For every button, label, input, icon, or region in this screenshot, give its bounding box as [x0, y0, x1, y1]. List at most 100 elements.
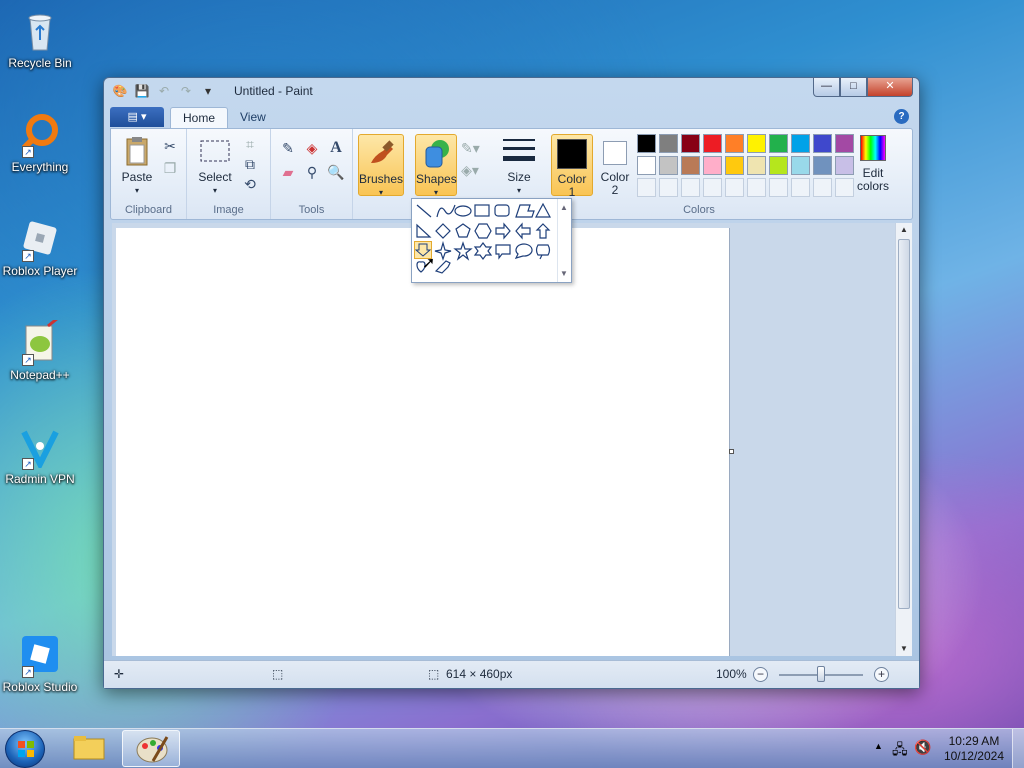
- palette-color-swatch[interactable]: [703, 134, 722, 153]
- custom-color-slot[interactable]: [791, 178, 810, 197]
- custom-color-slot[interactable]: [659, 178, 678, 197]
- custom-color-slot[interactable]: [835, 178, 854, 197]
- brush-icon: [365, 137, 397, 169]
- start-button[interactable]: [5, 730, 45, 768]
- palette-color-swatch[interactable]: [835, 134, 854, 153]
- window-title: Untitled - Paint: [234, 84, 313, 98]
- select-button[interactable]: Select ▾: [195, 135, 235, 195]
- palette-color-swatch[interactable]: [813, 134, 832, 153]
- gallery-scroll-down-icon[interactable]: ▼: [560, 269, 568, 278]
- palette-color-swatch[interactable]: [659, 156, 678, 175]
- copy-icon[interactable]: ❐: [161, 159, 179, 177]
- palette-color-swatch[interactable]: [637, 156, 656, 175]
- fill-icon[interactable]: ◈▾: [461, 161, 479, 179]
- taskbar-paint[interactable]: [122, 730, 180, 767]
- tab-view[interactable]: View: [228, 107, 278, 128]
- palette-color-swatch[interactable]: [769, 156, 788, 175]
- desktop-icon-recycle-bin[interactable]: Recycle Bin: [0, 8, 80, 70]
- palette-color-swatch[interactable]: [813, 156, 832, 175]
- palette-color-swatch[interactable]: [747, 134, 766, 153]
- desktop-icon-roblox-player[interactable]: ↗ Roblox Player: [0, 216, 80, 278]
- title-bar[interactable]: 🎨 💾 ↶ ↷ ▾ Untitled - Paint — □ ✕: [104, 78, 919, 104]
- color-picker-icon[interactable]: ⚲: [303, 163, 321, 181]
- paint-app-icon[interactable]: 🎨: [112, 83, 128, 99]
- customize-toolbar-icon[interactable]: ▾: [200, 83, 216, 99]
- vertical-scrollbar[interactable]: ▲ ▼: [895, 223, 912, 656]
- clock[interactable]: 10:29 AM 10/12/2024: [944, 734, 1004, 764]
- tab-home[interactable]: Home: [170, 107, 229, 128]
- outline-icon[interactable]: ✎▾: [461, 139, 480, 157]
- zoom-slider-thumb[interactable]: [817, 666, 825, 682]
- edit-colors-button[interactable]: Edit colors: [853, 135, 893, 195]
- resize-handle-right[interactable]: [729, 449, 734, 454]
- custom-color-slot[interactable]: [725, 178, 744, 197]
- desktop-icon-roblox-studio[interactable]: ↗ Roblox Studio: [0, 632, 80, 694]
- maximize-button[interactable]: □: [840, 78, 867, 97]
- desktop-icon-radmin-vpn[interactable]: ↗ Radmin VPN: [0, 424, 80, 486]
- paste-button[interactable]: Paste ▾: [117, 135, 157, 195]
- desktop-icon-notepad-plus-plus[interactable]: ↗ Notepad++: [0, 316, 80, 382]
- gallery-scroll-up-icon[interactable]: ▲: [560, 203, 568, 212]
- drawing-canvas[interactable]: [116, 228, 730, 656]
- taskbar-explorer[interactable]: [60, 730, 118, 767]
- group-label: Tools: [298, 204, 325, 216]
- help-button[interactable]: ?: [894, 109, 909, 124]
- palette-color-swatch[interactable]: [703, 156, 722, 175]
- show-desktop-button[interactable]: [1012, 729, 1024, 768]
- eraser-icon[interactable]: ▰: [279, 163, 297, 181]
- rotate-icon[interactable]: ⟲: [241, 175, 259, 193]
- palette-color-swatch[interactable]: [835, 156, 854, 175]
- fill-bucket-icon[interactable]: ◈: [303, 139, 321, 157]
- zoom-out-button[interactable]: −: [753, 667, 768, 682]
- volume-muted-icon[interactable]: 🔇: [914, 739, 931, 756]
- palette-color-swatch[interactable]: [791, 134, 810, 153]
- custom-color-slot[interactable]: [681, 178, 700, 197]
- palette-color-swatch[interactable]: [747, 156, 766, 175]
- crop-icon[interactable]: ⌗: [241, 135, 259, 153]
- color-2-swatch: [603, 141, 627, 165]
- magnifier-icon[interactable]: 🔍: [327, 163, 345, 181]
- palette-color-swatch[interactable]: [725, 156, 744, 175]
- paint-window: 🎨 💾 ↶ ↷ ▾ Untitled - Paint — □ ✕ ▤ ▾ Hom…: [103, 77, 920, 689]
- desktop-icon-everything[interactable]: ↗ Everything: [0, 112, 80, 174]
- close-button[interactable]: ✕: [867, 78, 913, 97]
- custom-color-slot[interactable]: [637, 178, 656, 197]
- scrollbar-thumb[interactable]: [898, 239, 910, 609]
- custom-color-slot[interactable]: [769, 178, 788, 197]
- clock-time: 10:29 AM: [948, 734, 1000, 748]
- group-label: Colors: [683, 204, 715, 216]
- minimize-button[interactable]: —: [813, 78, 840, 97]
- shapes-gallery-scrollbar[interactable]: ▲ ▼: [557, 199, 571, 282]
- resize-icon[interactable]: ⧉: [241, 155, 259, 173]
- pencil-icon[interactable]: ✎: [279, 139, 297, 157]
- custom-color-slot[interactable]: [747, 178, 766, 197]
- zoom-in-button[interactable]: +: [874, 667, 889, 682]
- color-2-button[interactable]: Color 2: [595, 134, 635, 197]
- network-icon[interactable]: 🖧: [892, 739, 908, 763]
- text-tool-icon[interactable]: A: [327, 139, 345, 157]
- status-bar: ✛ ⬚ ⬚ 614 × 460px 100% − +: [104, 660, 919, 688]
- palette-color-swatch[interactable]: [769, 134, 788, 153]
- palette-color-swatch[interactable]: [659, 134, 678, 153]
- save-icon[interactable]: 💾: [134, 83, 150, 99]
- scroll-down-arrow-icon[interactable]: ▼: [896, 642, 912, 656]
- color-1-button[interactable]: Color 1: [551, 134, 593, 199]
- palette-color-swatch[interactable]: [681, 134, 700, 153]
- desktop-icon-label: Roblox Studio: [2, 680, 78, 694]
- custom-color-slot[interactable]: [813, 178, 832, 197]
- scroll-up-arrow-icon[interactable]: ▲: [896, 223, 912, 237]
- show-hidden-icons-icon[interactable]: ▲: [874, 741, 883, 751]
- undo-icon[interactable]: ↶: [156, 83, 172, 99]
- redo-icon[interactable]: ↷: [178, 83, 194, 99]
- size-button[interactable]: Size ▾: [497, 135, 541, 195]
- paint-menu-button[interactable]: ▤ ▾: [110, 107, 164, 127]
- palette-color-swatch[interactable]: [791, 156, 810, 175]
- brushes-button[interactable]: Brushes ▾: [358, 134, 404, 197]
- group-tools: ✎ ◈ A ▰ ⚲ 🔍 Tools: [271, 129, 353, 219]
- shapes-button[interactable]: Shapes ▾: [415, 134, 457, 197]
- palette-color-swatch[interactable]: [681, 156, 700, 175]
- palette-color-swatch[interactable]: [637, 134, 656, 153]
- cut-icon[interactable]: ✂: [161, 137, 179, 155]
- custom-color-slot[interactable]: [703, 178, 722, 197]
- palette-color-swatch[interactable]: [725, 134, 744, 153]
